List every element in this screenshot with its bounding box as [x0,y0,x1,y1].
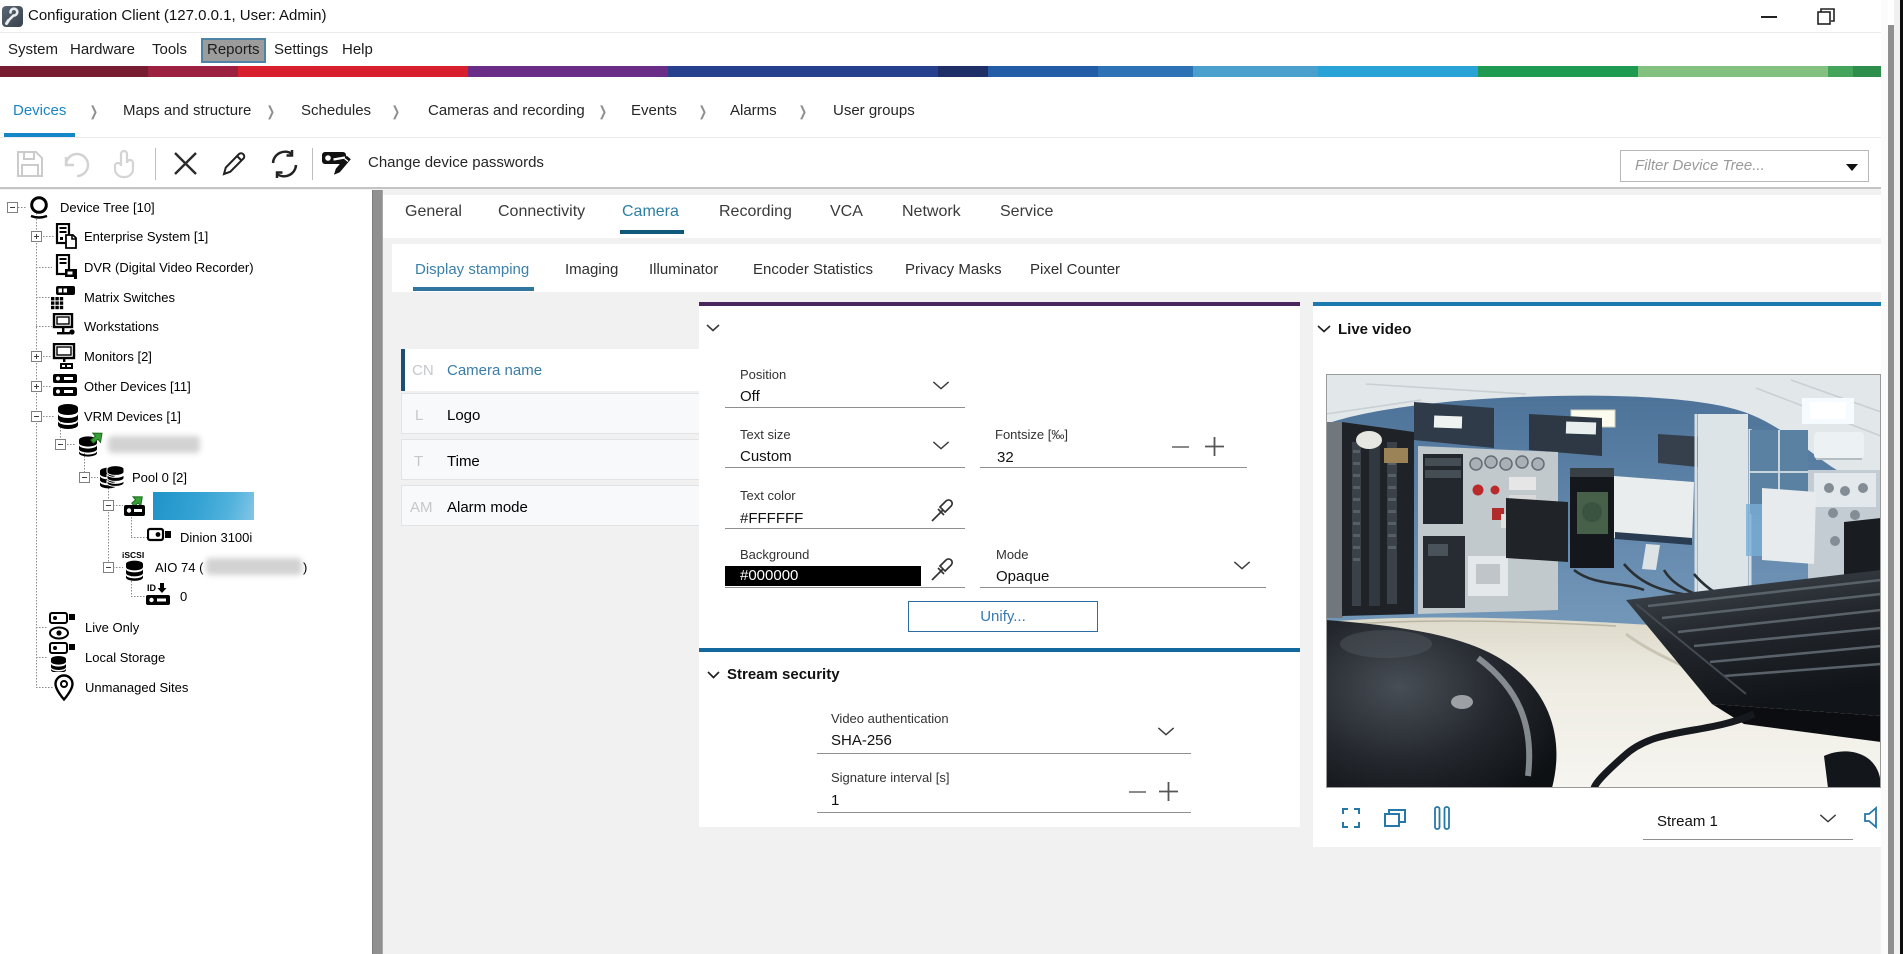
svg-text:ID: ID [147,583,157,593]
svg-text:iSCSI: iSCSI [122,550,144,560]
